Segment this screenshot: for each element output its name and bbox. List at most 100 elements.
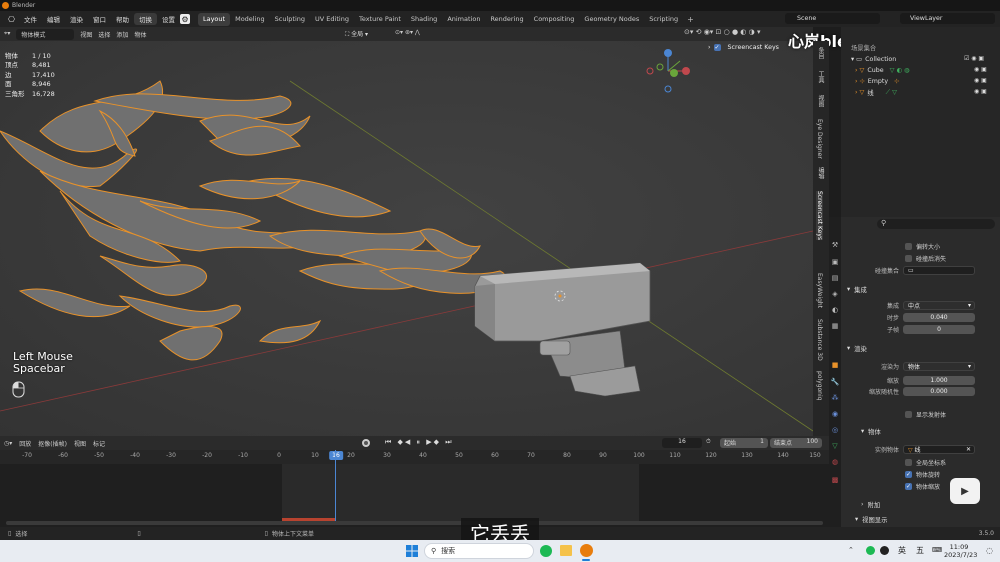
tab-geometry-nodes[interactable]: Geometry Nodes (579, 13, 644, 26)
menu-edit[interactable]: 编辑 (42, 14, 65, 24)
ntab-easyweight[interactable]: EasyWeight (816, 273, 823, 308)
tab-texture-paint[interactable]: Texture Paint (354, 13, 406, 26)
viewport-menu-object[interactable]: 物体 (134, 30, 146, 39)
tab-shading[interactable]: Shading (406, 13, 442, 26)
cube-visibility-icons[interactable]: ◉ ▣ (974, 66, 987, 73)
windows-start-icon[interactable] (406, 545, 418, 557)
close-icon[interactable]: ✕ (966, 446, 971, 453)
ntab-screencast-keys[interactable]: Screencast Keys (816, 191, 823, 240)
empty-visibility-icons[interactable]: ◉ ▣ (974, 77, 987, 84)
clock-icon[interactable]: ◷▾ (4, 440, 12, 447)
properties-search-input[interactable]: ⚲ (877, 219, 995, 229)
ntab-eye-designer[interactable]: Eye Designer (816, 119, 823, 159)
tab-layout[interactable]: Layout (197, 12, 231, 26)
stopwatch-icon[interactable]: ⏱ (706, 438, 711, 446)
timeline-area[interactable] (0, 450, 829, 527)
collection-visibility-icons[interactable]: ☑ ◉ ▣ (964, 55, 984, 62)
global-coords-row[interactable]: 全局坐标系 (841, 457, 1000, 468)
screencast-keys-toggle[interactable]: › ✓ Screencast Keys (708, 44, 779, 51)
menu-help[interactable]: 帮助 (111, 14, 134, 24)
viewport-menu-add[interactable]: 添加 (116, 30, 128, 39)
end-frame-field[interactable]: 结束点 100 (770, 438, 822, 448)
timeline-menu-marker[interactable]: 标记 (93, 439, 105, 448)
snap-icon[interactable]: ⊙▾ ⊛▾ ⋀ (395, 29, 420, 36)
ntab-view[interactable]: 视图 (816, 95, 825, 107)
toggle-button[interactable]: 切换 (133, 13, 157, 25)
collision-collection-field[interactable]: ▭ (903, 266, 975, 275)
section-integrate[interactable]: ▾ 集成 (847, 285, 867, 294)
record-button[interactable] (362, 439, 370, 447)
integrate-dropdown[interactable]: 中点 ▾ (903, 301, 975, 310)
blender-menu-icon[interactable]: ⎔ (4, 15, 19, 24)
file-explorer-icon[interactable] (560, 545, 572, 556)
global-coords-checkbox[interactable] (905, 459, 912, 466)
taskbar-search-box[interactable]: ⚲ 搜索 (424, 543, 534, 559)
transform-orientation-dropdown[interactable]: ⛶ 全局 ▾ (345, 29, 368, 39)
section-viewport-display[interactable]: ▾ 视图显示 (855, 515, 887, 524)
timeline-menu-view[interactable]: 视图 (74, 439, 86, 448)
playhead-line[interactable] (335, 450, 336, 521)
add-workspace-icon[interactable]: + (683, 15, 698, 24)
show-emitter-row[interactable]: 显示发射体 (841, 409, 1000, 420)
timeline-menu-keying[interactable]: 抠像(插帧) (38, 439, 67, 448)
tab-modeling[interactable]: Modeling (230, 13, 270, 26)
offset-size-checkbox[interactable] (905, 243, 912, 250)
menu-window[interactable]: 窗口 (88, 14, 111, 24)
object-scale-checkbox[interactable]: ✓ (905, 483, 912, 490)
scene-field[interactable]: Scene (785, 13, 880, 24)
offset-size-row[interactable]: 偏转大小 (841, 241, 1000, 252)
screencast-checkbox[interactable]: ✓ (713, 44, 721, 51)
ime-mode[interactable]: 五 (916, 545, 924, 556)
show-emitter-checkbox[interactable] (905, 411, 912, 418)
start-frame-field[interactable]: 起始 1 (720, 438, 768, 448)
menu-file[interactable]: 文件 (19, 14, 42, 24)
section-render[interactable]: ▾ 渲染 (847, 344, 867, 353)
tab-compositing[interactable]: Compositing (529, 13, 580, 26)
tab-animation[interactable]: Animation (442, 13, 485, 26)
outliner-scene-collection[interactable]: 场景集合 (841, 42, 1000, 53)
ntab-item[interactable]: 条目 (816, 47, 825, 59)
tray-app-icon[interactable] (880, 546, 889, 555)
hide-after-collision-row[interactable]: 碰撞后消失 (841, 253, 1000, 264)
menu-render[interactable]: 渲染 (65, 14, 88, 24)
object-rotation-checkbox[interactable]: ✓ (905, 471, 912, 478)
editor-type-icon[interactable]: ⌖▾ (4, 30, 10, 38)
mode-dropdown[interactable]: 物体模式 (16, 28, 75, 40)
clock[interactable]: 11:09 2023/7/23 (944, 543, 977, 559)
view-layer-field[interactable]: ViewLayer (900, 13, 995, 24)
tray-chevron-up-icon[interactable]: ⌃ (848, 546, 854, 554)
ntab-substance-3d[interactable]: Substance 3D (816, 319, 823, 361)
ntab-tool[interactable]: 工具 (816, 71, 825, 83)
line-visibility-icons[interactable]: ◉ ▣ (974, 88, 987, 95)
notification-icon[interactable]: ◌ (986, 546, 993, 555)
tray-wechat-icon[interactable] (866, 546, 875, 555)
tab-rendering[interactable]: Rendering (485, 13, 528, 26)
playback-controls[interactable]: ⏮ ◆◀ ⏸ ▶◆ ⏭ (385, 438, 454, 447)
wechat-app-icon[interactable] (540, 545, 552, 557)
instance-object-field[interactable]: ▽ 线 ✕ (903, 445, 975, 454)
network-icon[interactable]: ⌨ (932, 546, 942, 554)
section-extra[interactable]: › 附加 (861, 500, 880, 509)
3d-viewport[interactable] (0, 41, 813, 436)
overlay-icons[interactable]: ⊙▾ ⟲ ◉▾ ⊡ ○ ● ◐ ◑ ▾ (684, 28, 760, 36)
ntab-edit[interactable]: 编辑 (816, 167, 825, 179)
tab-sculpting[interactable]: Sculpting (270, 13, 310, 26)
subframes-field[interactable]: 0 (903, 325, 975, 334)
ime-language[interactable]: 英 (898, 545, 906, 556)
viewport-menu-view[interactable]: 视图 (80, 30, 92, 39)
timestep-field[interactable]: 0.040 (903, 313, 975, 322)
settings-button[interactable]: 设置 (157, 14, 180, 24)
timeline-ruler[interactable]: -70 -60 -50 -40 -30 -20 -10 0 10 16 20 3… (0, 450, 829, 464)
ntab-polygoniq[interactable]: polygoniq (816, 371, 823, 400)
tab-uv-editing[interactable]: UV Editing (310, 13, 354, 26)
hide-after-collision-checkbox[interactable] (905, 255, 912, 262)
properties-tab-icons[interactable]: ⚒ ▣ ▤ ◈ ◐ ▦ ■ 🔧 ⁂ ◉ ◎ ▽ ◍ ▩ (829, 217, 841, 527)
render-as-dropdown[interactable]: 物体 ▾ (903, 362, 975, 371)
scale-randomness-field[interactable]: 0.000 (903, 387, 975, 396)
timeline-menu-playback[interactable]: 回放 (19, 439, 31, 448)
timeline-scrollbar[interactable] (6, 521, 823, 525)
scale-field[interactable]: 1.000 (903, 376, 975, 385)
tab-scripting[interactable]: Scripting (644, 13, 683, 26)
current-frame-field[interactable]: 16 (662, 438, 702, 448)
viewport-menu-select[interactable]: 选择 (98, 30, 110, 39)
